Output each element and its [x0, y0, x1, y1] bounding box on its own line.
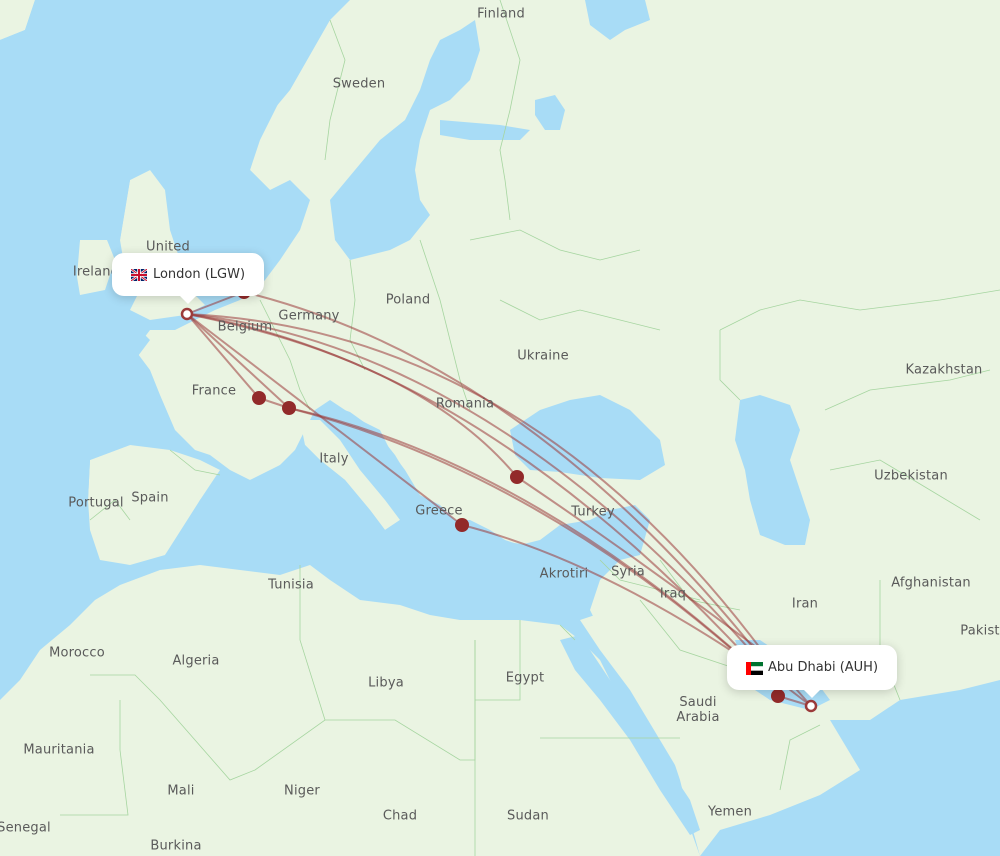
country-label: Pakist: [960, 623, 1000, 639]
country-label: Niger: [284, 783, 320, 799]
country-label: Finland: [477, 6, 525, 22]
country-label: Germany: [278, 308, 340, 324]
country-label: Syria: [611, 564, 645, 580]
country-label: Iran: [791, 596, 819, 612]
country-label: Portugal: [68, 495, 124, 511]
destination-popup[interactable]: Abu Dhabi (AUH): [727, 645, 897, 698]
country-label: Uzbekistan: [874, 468, 948, 484]
stopover-marker[interactable]: [252, 391, 266, 405]
country-label: Tunisia: [268, 577, 314, 593]
country-label: France: [191, 383, 237, 399]
country-label: Sweden: [332, 76, 386, 92]
country-label: Belgium: [217, 319, 273, 335]
country-label: Algeria: [172, 653, 220, 669]
uk-flag-icon: [130, 267, 148, 282]
country-label: Saudi Arabia: [676, 695, 720, 725]
routes-layer: [180, 285, 818, 713]
route-map[interactable]: Finland Sweden United Ireland Poland Ger…: [0, 0, 1000, 856]
origin-marker[interactable]: [180, 307, 194, 321]
stopover-marker[interactable]: [771, 689, 785, 703]
country-label: Romania: [435, 396, 495, 412]
country-label: Poland: [385, 292, 431, 308]
route-line: [516, 476, 761, 651]
route-line: [186, 313, 746, 656]
country-label: Mali: [167, 783, 195, 799]
origin-popup[interactable]: London (LGW): [112, 253, 264, 304]
country-label: Egypt: [505, 670, 545, 686]
country-label: Italy: [319, 451, 349, 467]
destination-label: Abu Dhabi (AUH): [767, 660, 879, 675]
country-label: Senegal: [0, 820, 51, 836]
country-label: Yemen: [707, 804, 753, 820]
country-label: Akrotiri: [539, 566, 589, 582]
stopover-marker[interactable]: [510, 470, 524, 484]
country-label: Turkey: [571, 504, 615, 520]
country-label: Morocco: [49, 645, 105, 661]
uae-flag-icon: [745, 661, 763, 675]
country-label: Burkina: [150, 838, 202, 854]
country-label: Iraq: [659, 586, 687, 602]
country-label: Spain: [131, 490, 169, 506]
country-label: Libya: [368, 675, 404, 691]
country-label: Afghanistan: [891, 575, 971, 591]
country-label: Greece: [415, 503, 463, 519]
country-label: Kazakhstan: [905, 362, 983, 378]
origin-label: London (LGW): [152, 267, 246, 282]
route-line: [186, 313, 463, 526]
route-line: [461, 524, 761, 671]
country-label: Mauritania: [23, 742, 95, 758]
route-line: [186, 313, 518, 478]
country-label: Sudan: [507, 808, 549, 824]
destination-marker[interactable]: [804, 699, 818, 713]
stopover-marker[interactable]: [455, 518, 469, 532]
stopover-marker[interactable]: [282, 401, 296, 415]
country-label: Ukraine: [517, 348, 569, 364]
country-label: Chad: [382, 808, 418, 824]
